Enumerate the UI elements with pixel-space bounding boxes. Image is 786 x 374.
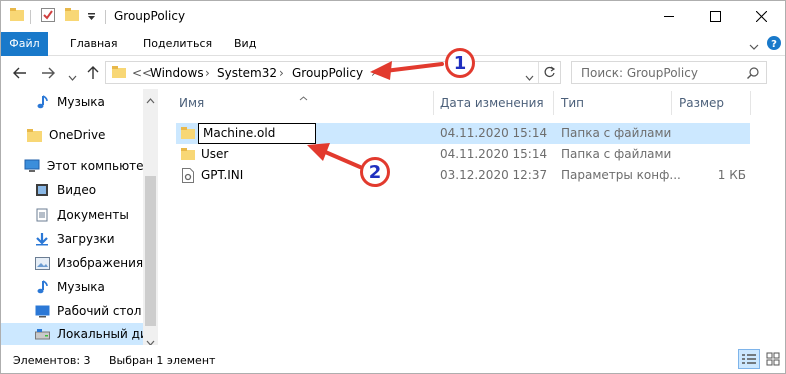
annotation-badge: 2 bbox=[360, 157, 390, 187]
annotation-arrows bbox=[307, 61, 444, 169]
annotation-badge: 1 bbox=[445, 48, 475, 78]
